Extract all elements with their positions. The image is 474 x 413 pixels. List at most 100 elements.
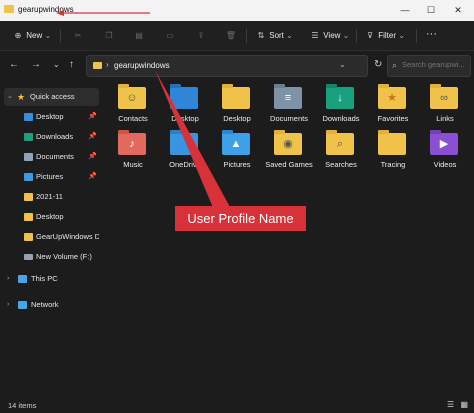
up-arrow-icon[interactable]: ↑ [69, 59, 74, 70]
search-input[interactable] [402, 60, 468, 69]
folder-name: Favorites [377, 114, 409, 123]
chevron-down-icon: ⌄ [398, 31, 405, 40]
sidebar-item-label: Pictures [36, 172, 64, 181]
sidebar-item-network[interactable]: › Network [4, 296, 99, 314]
chevron-down-icon[interactable]: ⌄ [7, 88, 13, 106]
sidebar-item-this-pc[interactable]: › This PC [4, 270, 99, 288]
sidebar-item-2021-11[interactable]: 2021-11 [4, 188, 99, 206]
sidebar-item-label: Network [31, 300, 59, 309]
drive-icon [24, 254, 33, 260]
new-button-label: New [26, 31, 43, 40]
pc-icon [18, 275, 27, 283]
cut-button[interactable]: ✂ [72, 29, 84, 43]
share-button[interactable]: ⇪ [195, 29, 207, 43]
cut-icon: ✂ [74, 31, 82, 40]
back-arrow-icon[interactable]: ← [9, 59, 19, 70]
filter-button[interactable]: ⊽ Filter ⌄ [364, 29, 405, 43]
paste-button[interactable]: ▤ [133, 29, 145, 43]
breadcrumb-current[interactable]: gearupwindows [114, 61, 170, 70]
folder-name: Pictures [223, 160, 251, 169]
sidebar-item-gearupwindows-d[interactable]: GearUpWindows D [4, 228, 99, 246]
view-button[interactable]: ☰ View ⌄ [309, 29, 349, 43]
folder-tile-pictures[interactable]: ▲ Pictures [212, 130, 262, 190]
search-box[interactable]: ⌕ [387, 55, 471, 77]
sidebar-item-label: This PC [31, 274, 58, 283]
toolbar-divider [246, 29, 247, 43]
address-dropdown-icon[interactable]: ⌄ [339, 60, 346, 69]
desktop-icon [24, 113, 33, 121]
contacts-folder-icon: ☺ [118, 84, 146, 109]
sidebar-item-label: Desktop [36, 112, 64, 121]
file-list: ☺ Contacts Desktop Desktop ≡ Documents ↓… [108, 84, 474, 397]
folder-tile-videos[interactable]: ▶ Videos [420, 130, 470, 190]
onedrive-folder-icon [170, 130, 198, 155]
refresh-icon[interactable]: ↻ [374, 59, 382, 70]
pin-icon: 📌 [88, 173, 97, 180]
chevron-right-icon[interactable]: › [7, 296, 9, 314]
sidebar-item-downloads[interactable]: Downloads 📌 [4, 128, 99, 146]
view-icon: ☰ [311, 31, 319, 40]
details-view-icon[interactable]: ☰ [447, 400, 454, 409]
more-options-button[interactable]: ··· [426, 27, 437, 41]
sidebar-item-desktop[interactable]: Desktop 📌 [4, 108, 99, 126]
folder-name: Downloads [322, 114, 360, 123]
document-icon [24, 153, 33, 161]
maximize-button[interactable]: ☐ [424, 3, 438, 17]
chevron-right-icon[interactable]: › [7, 270, 9, 288]
folder-name: Contacts [118, 114, 148, 123]
folder-tile-music[interactable]: ♪ Music [108, 130, 158, 190]
toolbar-divider [416, 29, 417, 43]
folder-name: Documents [270, 114, 308, 123]
folder-name: Links [436, 114, 454, 123]
folder-tile-tracing[interactable]: Tracing [368, 130, 418, 190]
window-title: gearupwindows [18, 5, 74, 14]
toolbar-divider [60, 29, 61, 43]
download-icon [24, 133, 33, 141]
close-button[interactable]: ✕ [451, 3, 465, 17]
sort-button-label: Sort [269, 31, 284, 40]
delete-button[interactable]: 🗑 [225, 29, 237, 43]
search-icon: ⌕ [392, 60, 398, 70]
command-bar: ⊕ New ⌄ ✂ ❐ ▤ ▭ ⇪ 🗑 ⇅ Sort ⌄ ☰ View ⌄ ⊽ … [0, 21, 474, 51]
trash-icon: 🗑 [225, 31, 237, 40]
sidebar-item-desktop-folder[interactable]: Desktop [4, 208, 99, 226]
sidebar-item-label: Documents [36, 152, 74, 161]
toolbar-divider [356, 29, 357, 43]
sidebar-item-documents[interactable]: Documents 📌 [4, 148, 99, 166]
picture-icon [24, 173, 33, 181]
new-button[interactable]: ⊕ New ⌄ [12, 29, 52, 43]
searches-folder-icon: ⌕ [326, 130, 354, 155]
pin-icon: 📌 [88, 153, 97, 160]
breadcrumb-chevron-icon[interactable]: › [106, 60, 109, 69]
folder-name: OneDrive [169, 160, 201, 169]
forward-arrow-icon[interactable]: → [31, 59, 41, 70]
item-count: 14 items [8, 401, 37, 410]
folder-tile-searches[interactable]: ⌕ Searches [316, 130, 366, 190]
address-bar[interactable]: › gearupwindows ⌄ [86, 55, 368, 77]
recent-locations-chevron-icon[interactable]: ⌄ [53, 60, 60, 69]
status-bar: 14 items ☰ ▦ [0, 398, 474, 413]
documents-folder-icon: ≡ [274, 84, 302, 109]
plus-icon: ⊕ [14, 31, 22, 40]
saved-games-folder-icon: ◉ [274, 130, 302, 155]
folder-icon [378, 130, 406, 155]
sort-button[interactable]: ⇅ Sort ⌄ [255, 29, 293, 43]
folder-icon [93, 62, 102, 69]
rename-button[interactable]: ▭ [164, 29, 176, 43]
filter-button-label: Filter [378, 31, 397, 40]
folder-name: Music [123, 160, 143, 169]
minimize-button[interactable]: — [398, 3, 412, 17]
network-icon [18, 301, 27, 309]
view-toggle[interactable]: ☰ ▦ [447, 400, 468, 409]
music-folder-icon: ♪ [118, 130, 146, 155]
folder-tile-onedrive[interactable]: OneDrive [160, 130, 210, 190]
folder-name: Saved Games [265, 160, 313, 169]
sidebar-item-pictures[interactable]: Pictures 📌 [4, 168, 99, 186]
tiles-view-icon[interactable]: ▦ [460, 400, 468, 409]
copy-icon: ❐ [105, 31, 113, 40]
sidebar-item-label: Desktop [36, 212, 64, 221]
folder-tile-saved-games[interactable]: ◉ Saved Games [264, 130, 314, 190]
copy-button[interactable]: ❐ [103, 29, 115, 43]
sidebar-item-new-volume[interactable]: New Volume (F:) [4, 248, 99, 266]
sidebar-item-quick-access[interactable]: ⌄ ★ Quick access [4, 88, 99, 106]
